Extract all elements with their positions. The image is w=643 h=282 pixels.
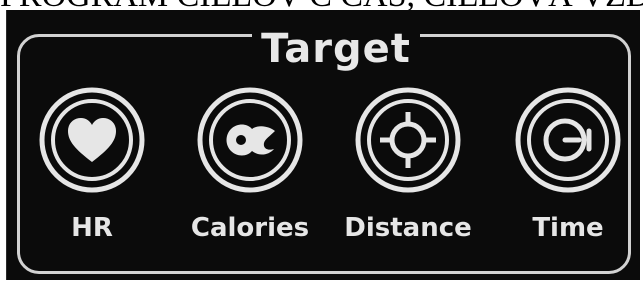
target-distance-button[interactable]: Distance bbox=[333, 85, 483, 260]
target-calories-button[interactable]: Calories bbox=[175, 85, 325, 260]
target-calories-label: Calories bbox=[190, 213, 310, 243]
target-hr-button[interactable]: HR bbox=[17, 85, 167, 260]
panel-title: Target bbox=[252, 29, 420, 79]
target-panel: Target HR Calories Distance Time bbox=[6, 10, 640, 280]
target-hr-label: HR bbox=[71, 213, 113, 243]
heart-icon bbox=[39, 87, 145, 193]
target-distance-label: Distance bbox=[344, 213, 472, 243]
target-time-label: Time bbox=[532, 213, 604, 243]
target-time-button[interactable]: Time bbox=[493, 85, 643, 260]
stopwatch-icon bbox=[515, 87, 621, 193]
crosshair-icon bbox=[355, 87, 461, 193]
flame-icon bbox=[197, 87, 303, 193]
